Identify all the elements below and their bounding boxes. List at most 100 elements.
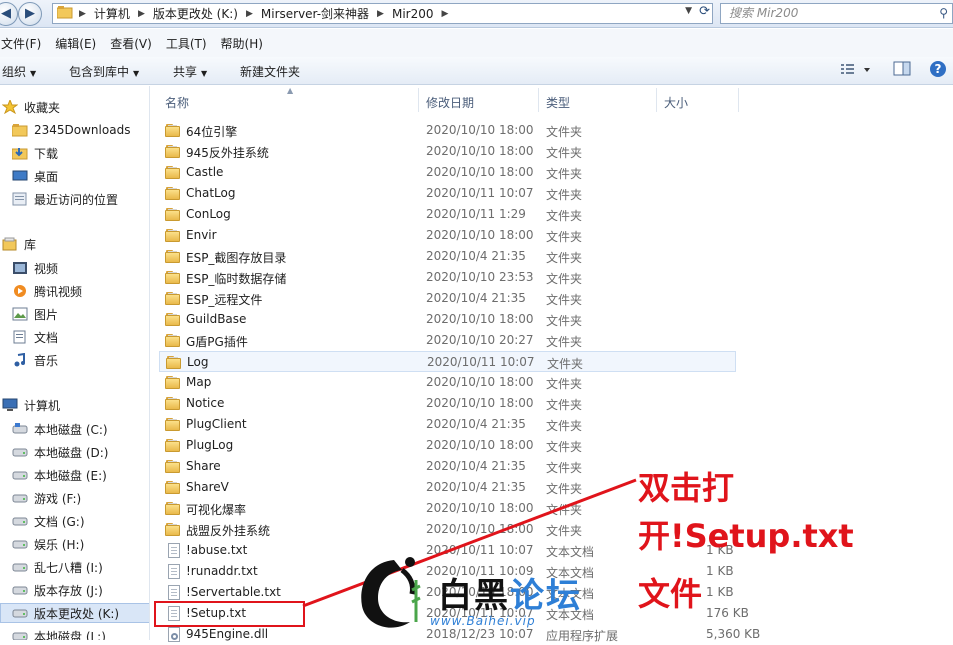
drive-icon xyxy=(12,583,28,597)
favorites-label: 收藏夹 xyxy=(24,100,61,115)
drive-item[interactable]: 本地磁盘 (C:) xyxy=(12,419,149,439)
file-row[interactable]: Map 2020/10/10 18:00 文件夹 xyxy=(159,372,736,393)
caret-down-icon: ▼ xyxy=(201,69,208,78)
drive-item[interactable]: 本地磁盘 (D:) xyxy=(12,442,149,462)
menu-edit[interactable]: 编辑(E) xyxy=(48,35,103,52)
view-options-icon[interactable] xyxy=(840,62,874,81)
library-item[interactable]: 视频 xyxy=(12,258,149,278)
drive-item[interactable]: 娱乐 (H:) xyxy=(12,534,149,554)
file-name: Castle xyxy=(186,165,224,179)
refresh-icon[interactable]: ⟳ xyxy=(699,4,710,19)
svg-text:?: ? xyxy=(935,62,942,76)
file-name: GuildBase xyxy=(186,312,247,326)
folder-icon xyxy=(11,123,28,137)
file-row[interactable]: ConLog 2020/10/11 1:29 文件夹 xyxy=(159,204,736,225)
file-row[interactable]: 945反外挂系统 2020/10/10 18:00 文件夹 xyxy=(159,141,736,162)
drive-icon xyxy=(12,606,28,620)
favorites-item[interactable]: 最近访问的位置 xyxy=(12,189,149,209)
column-name[interactable]: 名称 xyxy=(165,94,189,111)
breadcrumb[interactable]: ▶ 计算机 ▶ 版本更改处 (K:) ▶ Mirserver-剑来神器 ▶ Mi… xyxy=(52,3,713,24)
libraries-header[interactable]: 库 xyxy=(2,234,149,254)
column-size[interactable]: 大小 xyxy=(664,94,688,111)
library-label: 视频 xyxy=(34,261,59,276)
video-icon xyxy=(12,261,28,275)
forward-button[interactable]: ▶ xyxy=(18,2,42,26)
menu-help[interactable]: 帮助(H) xyxy=(214,35,270,52)
file-row[interactable]: G盾PG插件 2020/10/10 20:27 文件夹 xyxy=(159,330,736,351)
crumb-computer[interactable]: 计算机 xyxy=(88,5,136,22)
menu-file[interactable]: 文件(F) xyxy=(0,35,48,52)
file-row[interactable]: ChatLog 2020/10/11 10:07 文件夹 xyxy=(159,183,736,204)
file-date: 2020/10/10 18:00 xyxy=(426,396,534,410)
new-folder-button[interactable]: 新建文件夹 xyxy=(240,63,300,80)
back-button[interactable]: ◀ xyxy=(0,2,18,26)
file-name: !runaddr.txt xyxy=(186,564,258,578)
column-divider[interactable] xyxy=(418,88,419,112)
column-date[interactable]: 修改日期 xyxy=(426,94,474,111)
drive-item[interactable]: 乱七八糟 (I:) xyxy=(12,557,149,577)
search-input[interactable]: 搜索 Mir200 ⚲ xyxy=(720,3,953,24)
library-item[interactable]: 文档 xyxy=(12,327,149,347)
column-divider[interactable] xyxy=(738,88,739,112)
file-row[interactable]: Castle 2020/10/10 18:00 文件夹 xyxy=(159,162,736,183)
folder-icon xyxy=(165,458,181,474)
column-divider[interactable] xyxy=(538,88,539,112)
drive-item[interactable]: 文档 (G:) xyxy=(12,511,149,531)
annotation-line1: 双击打开!Setup.txt xyxy=(638,469,854,555)
file-name: !Servertable.txt xyxy=(186,585,281,599)
favorites-item[interactable]: 下载 xyxy=(11,143,149,163)
file-name: !abuse.txt xyxy=(186,543,248,557)
drive-label: 版本存放 (J:) xyxy=(34,583,103,598)
column-type[interactable]: 类型 xyxy=(546,94,570,111)
file-row[interactable]: ESP_截图存放目录 2020/10/4 21:35 文件夹 xyxy=(159,246,736,267)
crumb-current[interactable]: Mir200 xyxy=(386,7,440,21)
library-item[interactable]: 图片 xyxy=(12,304,149,324)
drive-icon xyxy=(12,445,28,459)
drive-item[interactable]: 游戏 (F:) xyxy=(12,488,149,508)
recent-icon xyxy=(12,192,28,206)
menu-tools[interactable]: 工具(T) xyxy=(159,35,214,52)
crumb-drive[interactable]: 版本更改处 (K:) xyxy=(147,5,244,22)
file-row[interactable]: 64位引擎 2020/10/10 18:00 文件夹 xyxy=(159,120,736,141)
file-name: G盾PG插件 xyxy=(186,335,248,349)
computer-header[interactable]: 计算机 xyxy=(2,395,149,415)
download-icon xyxy=(11,146,28,160)
file-row[interactable]: Notice 2020/10/10 18:00 文件夹 xyxy=(159,393,736,414)
file-name: Share xyxy=(186,459,221,473)
favorites-item[interactable]: 2345Downloads xyxy=(11,120,149,140)
file-row[interactable]: PlugClient 2020/10/4 21:35 文件夹 xyxy=(159,414,736,435)
file-row[interactable]: PlugLog 2020/10/10 18:00 文件夹 xyxy=(159,435,736,456)
menu-view[interactable]: 查看(V) xyxy=(103,35,159,52)
file-row[interactable]: Envir 2020/10/10 18:00 文件夹 xyxy=(159,225,736,246)
drive-item[interactable]: 版本更改处 (K:) xyxy=(0,603,149,623)
caret-down-icon: ▼ xyxy=(30,69,37,78)
drive-item[interactable]: 版本存放 (J:) xyxy=(12,580,149,600)
file-name: Envir xyxy=(186,228,217,242)
annotation-line2: 文件 xyxy=(638,575,703,613)
file-row[interactable]: ESP_临时数据存储 2020/10/10 23:53 文件夹 xyxy=(159,267,736,288)
search-icon[interactable]: ⚲ xyxy=(939,4,948,23)
help-icon[interactable]: ? xyxy=(929,60,947,81)
library-item[interactable]: 腾讯视频 xyxy=(12,281,149,301)
folder-icon xyxy=(165,395,181,411)
file-row[interactable]: Log 2020/10/11 10:07 文件夹 xyxy=(159,351,736,372)
share-button[interactable]: 共享 ▼ xyxy=(173,63,207,80)
file-date: 2020/10/10 18:00 xyxy=(426,438,534,452)
file-row[interactable]: ESP_远程文件 2020/10/4 21:35 文件夹 xyxy=(159,288,736,309)
drive-item[interactable]: 本地磁盘 (L:) xyxy=(12,626,149,640)
include-library-button[interactable]: 包含到库中 ▼ xyxy=(69,63,139,80)
favorites-header[interactable]: 收藏夹 xyxy=(1,97,149,117)
chevron-right-icon: ▶ xyxy=(377,8,384,19)
organize-button[interactable]: 组织 ▼ xyxy=(2,63,36,80)
favorites-item[interactable]: 桌面 xyxy=(12,166,149,186)
drive-item[interactable]: 本地磁盘 (E:) xyxy=(12,465,149,485)
column-divider[interactable] xyxy=(656,88,657,112)
folder-icon xyxy=(165,521,181,537)
crumb-server[interactable]: Mirserver-剑来神器 xyxy=(255,5,375,22)
preview-pane-icon[interactable] xyxy=(893,61,911,80)
file-date: 2020/10/10 18:00 xyxy=(426,312,534,326)
file-row[interactable]: GuildBase 2020/10/10 18:00 文件夹 xyxy=(159,309,736,330)
dropdown-icon[interactable]: ▼ xyxy=(685,6,692,16)
library-label: 文档 xyxy=(34,330,59,345)
library-item[interactable]: 音乐 xyxy=(12,350,149,370)
